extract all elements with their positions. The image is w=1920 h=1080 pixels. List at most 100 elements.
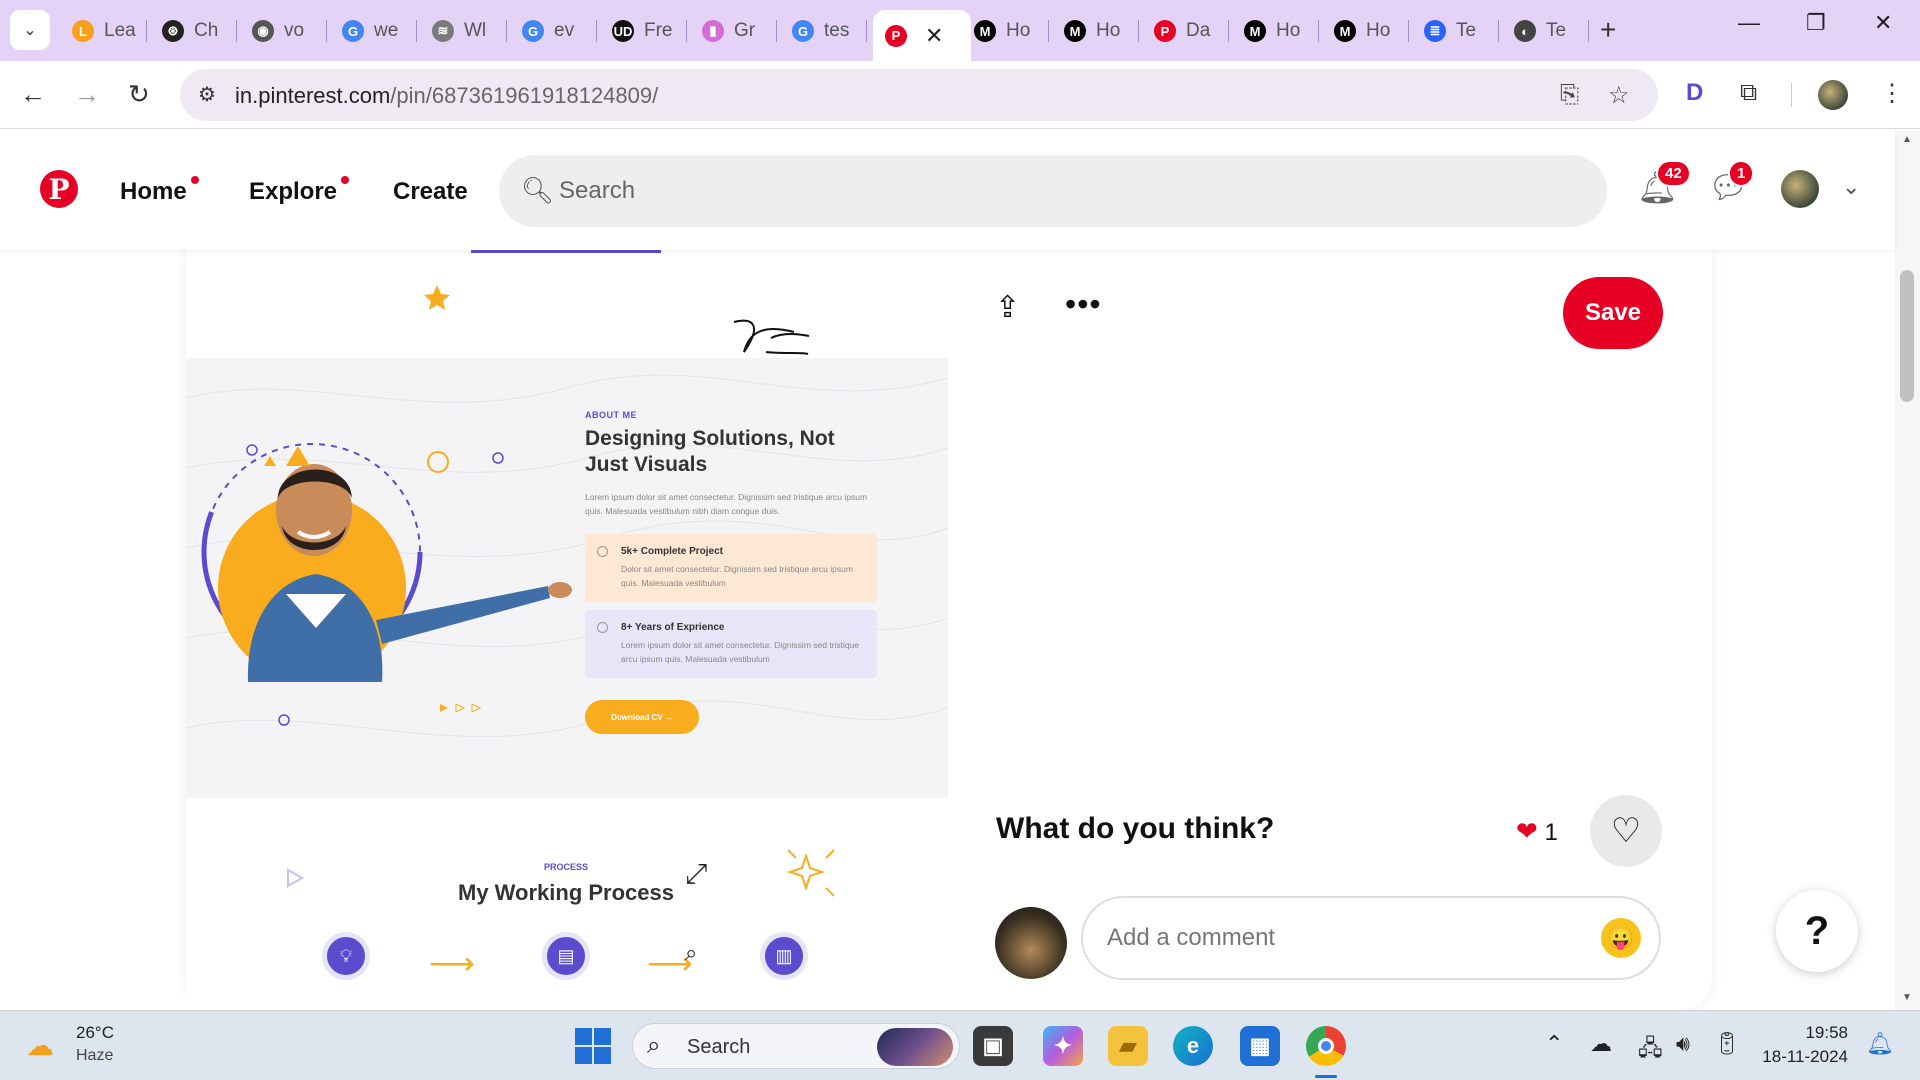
google-icon: G — [792, 20, 814, 42]
tab-separator — [1498, 20, 1499, 42]
explore-unread-dot — [341, 176, 350, 184]
medium-icon: M — [1334, 20, 1356, 42]
weather-haze-icon[interactable]: ☁ — [26, 1029, 62, 1061]
notification-bell-icon[interactable]: 🔔︎ — [1866, 1031, 1894, 1057]
expand-image-icon[interactable]: ⤢ — [685, 858, 707, 891]
tab-separator — [1318, 20, 1319, 42]
extensions-puzzle-icon[interactable]: ⧉ — [1740, 79, 1757, 107]
edge-icon[interactable]: e — [1173, 1026, 1213, 1066]
restore-icon[interactable]: ❐ — [1806, 10, 1826, 36]
task-view-icon[interactable]: ▣ — [973, 1026, 1013, 1066]
tab-13[interactable]: M Ho — [1232, 10, 1316, 52]
tab-1[interactable]: L Lea — [60, 10, 144, 52]
scroll-down-icon[interactable]: ▼ — [1902, 992, 1912, 1003]
tab-7[interactable]: UD Fre — [600, 10, 684, 52]
copilot-icon[interactable]: ✦ — [1043, 1026, 1083, 1066]
show-hidden-icons[interactable]: ⌃ — [1545, 1031, 1563, 1057]
tab-search-button[interactable]: ⌄ — [10, 10, 50, 50]
visual-search-icon[interactable]: ⌕ — [685, 940, 697, 966]
tab-label: Da — [1186, 20, 1211, 41]
extension-d-icon[interactable]: D — [1686, 79, 1703, 107]
comment-box[interactable]: 😛 — [1081, 896, 1661, 980]
tab-10[interactable]: M Ho — [962, 10, 1046, 52]
browser-menu-icon[interactable]: ⋮ — [1880, 79, 1904, 108]
tab-separator — [416, 20, 417, 42]
tab-11[interactable]: M Ho — [1052, 10, 1136, 52]
account-chevron-icon[interactable]: ⌄ — [1842, 174, 1860, 200]
tab-separator — [236, 20, 237, 42]
temperature[interactable]: 26°C — [76, 1023, 114, 1043]
scrollbar-thumb[interactable] — [1900, 270, 1914, 402]
share-icon[interactable]: ⇪ — [995, 290, 1020, 325]
network-icon[interactable]: 🖧︎ — [1638, 1031, 1663, 1069]
new-tab-button[interactable]: + — [1600, 14, 1616, 46]
url-text[interactable]: in.pinterest.com/pin/687361961918124809/ — [235, 83, 658, 109]
reaction-summary[interactable]: ❤ 1 — [1516, 816, 1558, 847]
help-button[interactable]: ? — [1776, 890, 1858, 972]
address-bar[interactable]: ⚙ in.pinterest.com/pin/68736196191812480… — [180, 69, 1658, 121]
like-button[interactable]: ♡ — [1590, 795, 1662, 867]
search-bar[interactable]: 🔍︎ — [499, 155, 1607, 227]
install-app-icon[interactable]: ⎘ — [1560, 81, 1579, 109]
heart-outline-icon: ♡ — [1610, 812, 1642, 850]
tab-4[interactable]: Gwe — [330, 10, 414, 52]
process-section: PROCESS My Working Process 💡︎ ⟶ ▤ ⟶ ▥ — [186, 798, 948, 1010]
page-scrollbar[interactable]: ▲ ▼ — [1895, 130, 1920, 1010]
back-icon[interactable]: ← — [20, 79, 46, 110]
portfolio-mockup: ABOUT ME Designing Solutions, Not Just V… — [186, 358, 948, 798]
store-icon[interactable]: ▦ — [1240, 1026, 1280, 1066]
emoji-picker-icon[interactable]: 😛 — [1601, 918, 1641, 958]
tab-5[interactable]: ≋ Wl — [420, 10, 504, 52]
onedrive-icon[interactable]: ☁ — [1590, 1031, 1612, 1057]
profile-avatar[interactable] — [1818, 80, 1848, 110]
pinterest-avatar[interactable] — [1781, 170, 1819, 208]
more-options-icon[interactable]: ••• — [1065, 286, 1102, 323]
tab-3[interactable]: ◉ vo — [240, 10, 324, 52]
minimize-icon[interactable]: — — [1738, 10, 1760, 36]
pin-image[interactable]: ABOUT ME Designing Solutions, Not Just V… — [186, 250, 948, 1010]
tab-label: Te — [1456, 20, 1477, 41]
tab-label: Lea — [104, 20, 136, 41]
reload-icon[interactable]: ↻ — [128, 79, 150, 110]
tab-strip: ⌄ L Lea ⊛ Ch ◉ vo Gwe ≋ Wl Gev UD Fre ▮ Gr Gtes M Ho M Ho P… — [0, 0, 1920, 61]
feature-title: 8+ Years of Exprience — [621, 622, 725, 633]
notifications-badge: 42 — [1656, 160, 1691, 187]
tab-12[interactable]: P Da — [1142, 10, 1226, 52]
search-input[interactable] — [559, 171, 1559, 211]
tab-15[interactable]: ≣ Te — [1412, 10, 1496, 52]
close-tab-icon[interactable]: ✕ — [925, 23, 943, 49]
medium-icon: M — [1064, 20, 1086, 42]
tab-active-pinterest[interactable]: P ✕ — [873, 10, 971, 61]
pinterest-logo-icon[interactable]: P — [40, 170, 78, 208]
volume-icon[interactable]: 🔊︎ — [1676, 1031, 1690, 1057]
tab-9[interactable]: Gtes — [780, 10, 864, 52]
battery-icon[interactable]: 🔋︎ — [1713, 1031, 1741, 1057]
bookmark-star-icon[interactable]: ☆ — [1608, 81, 1630, 110]
tab-8[interactable]: ▮ Gr — [690, 10, 774, 52]
taskbar-search[interactable]: ⌕ Search — [632, 1023, 960, 1069]
medium-icon: M — [974, 20, 996, 42]
tab-label: Gr — [734, 20, 756, 41]
windows-start-icon[interactable] — [575, 1028, 611, 1064]
scroll-up-icon[interactable]: ▲ — [1902, 134, 1912, 145]
tab-label: Ho — [1276, 20, 1301, 41]
site-info-icon[interactable]: ⚙ — [198, 82, 216, 107]
nav-home[interactable]: Home — [120, 176, 199, 206]
weather-condition[interactable]: Haze — [76, 1047, 113, 1065]
clock[interactable]: 19:58 18-11-2024 — [1750, 1021, 1848, 1069]
chrome-icon[interactable] — [1306, 1026, 1346, 1066]
save-button[interactable]: Save — [1563, 277, 1663, 349]
tab-label: tes — [824, 20, 850, 41]
file-explorer-icon[interactable]: ▰ — [1108, 1026, 1148, 1066]
tab-2[interactable]: ⊛ Ch — [150, 10, 234, 52]
tab-6[interactable]: Gev — [510, 10, 594, 52]
medium-icon: M — [1244, 20, 1266, 42]
close-window-icon[interactable]: ✕ — [1874, 10, 1892, 36]
nav-create[interactable]: Create — [393, 178, 468, 206]
nav-explore[interactable]: Explore — [249, 176, 350, 206]
tab-16[interactable]: ◐ Te — [1502, 10, 1586, 52]
comment-input[interactable] — [1107, 918, 1577, 958]
tab-separator — [1408, 20, 1409, 42]
tab-14[interactable]: M Ho — [1322, 10, 1406, 52]
forward-icon[interactable]: → — [74, 79, 100, 110]
